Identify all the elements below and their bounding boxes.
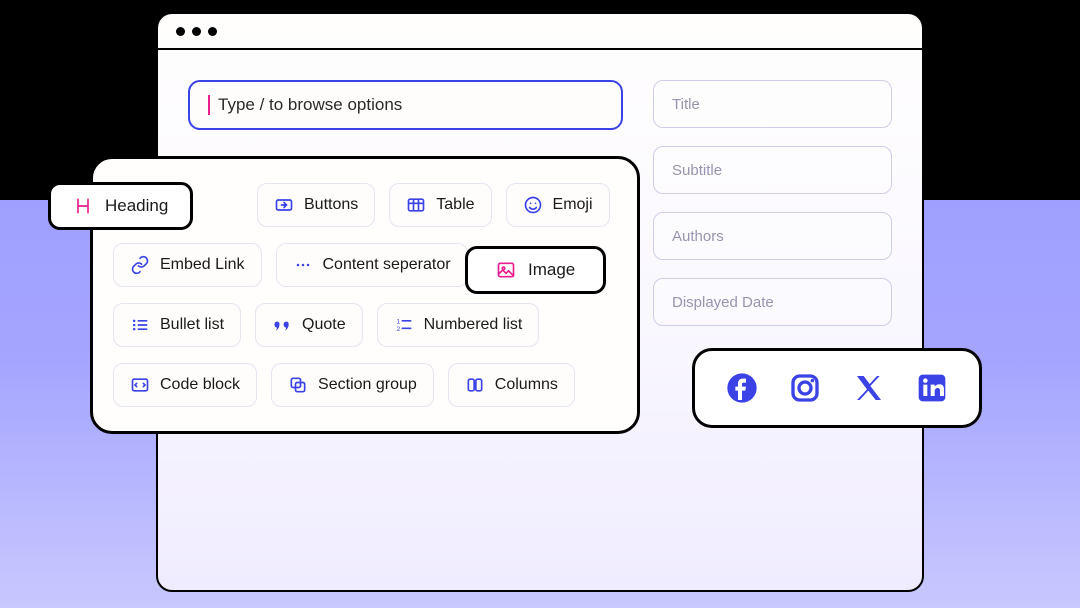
emoji-icon (523, 195, 543, 215)
facebook-button[interactable] (726, 372, 758, 404)
window-dot (192, 27, 201, 36)
x-twitter-button[interactable] (853, 372, 885, 404)
window-dot (176, 27, 185, 36)
quote-option-label: Quote (302, 316, 346, 334)
buttons-icon (274, 195, 294, 215)
section-group-option-label: Section group (318, 376, 417, 394)
title-field-label: Title (672, 96, 700, 113)
numbered-list-icon: 12 (394, 315, 414, 335)
displayed-date-field[interactable]: Displayed Date (653, 278, 892, 326)
code-block-option-label: Code block (160, 376, 240, 394)
subtitle-field-label: Subtitle (672, 162, 722, 179)
subtitle-field[interactable]: Subtitle (653, 146, 892, 194)
columns-option[interactable]: Columns (448, 363, 575, 407)
embed-link-option-label: Embed Link (160, 256, 245, 274)
command-input-placeholder: Type / to browse options (218, 95, 402, 115)
emoji-option[interactable]: Emoji (506, 183, 610, 227)
section-group-option[interactable]: Section group (271, 363, 434, 407)
title-field[interactable]: Title (653, 80, 892, 128)
section-group-icon (288, 375, 308, 395)
authors-field[interactable]: Authors (653, 212, 892, 260)
numbered-list-option[interactable]: 12 Numbered list (377, 303, 540, 347)
linkedin-button[interactable] (916, 372, 948, 404)
displayed-date-field-label: Displayed Date (672, 294, 774, 311)
image-icon (496, 260, 516, 280)
link-icon (130, 255, 150, 275)
quote-option[interactable]: Quote (255, 303, 363, 347)
social-share-panel (692, 348, 982, 428)
code-icon (130, 375, 150, 395)
svg-text:1: 1 (396, 318, 400, 325)
heading-option-label: Heading (105, 196, 168, 216)
svg-text:2: 2 (396, 326, 400, 333)
embed-link-option[interactable]: Embed Link (113, 243, 262, 287)
bullet-list-icon (130, 315, 150, 335)
bullet-list-option-label: Bullet list (160, 316, 224, 334)
text-cursor (208, 95, 210, 115)
heading-option-highlighted[interactable]: Heading (48, 182, 193, 230)
options-row: Code block Section group Columns (113, 363, 617, 407)
quote-icon (272, 315, 292, 335)
image-option-label: Image (528, 260, 575, 280)
options-row: Bullet list Quote 12 Numbered list (113, 303, 617, 347)
columns-option-label: Columns (495, 376, 558, 394)
heading-icon (73, 196, 93, 216)
image-option-highlighted[interactable]: Image (465, 246, 606, 294)
numbered-list-option-label: Numbered list (424, 316, 523, 334)
meta-column: Title Subtitle Authors Displayed Date (653, 80, 892, 326)
browser-titlebar (158, 14, 922, 50)
table-option[interactable]: Table (389, 183, 491, 227)
table-icon (406, 195, 426, 215)
code-block-option[interactable]: Code block (113, 363, 257, 407)
buttons-option[interactable]: Buttons (257, 183, 375, 227)
bullet-list-option[interactable]: Bullet list (113, 303, 241, 347)
authors-field-label: Authors (672, 228, 724, 245)
window-dot (208, 27, 217, 36)
emoji-option-label: Emoji (553, 196, 593, 214)
instagram-button[interactable] (789, 372, 821, 404)
separator-icon (293, 255, 313, 275)
command-input[interactable]: Type / to browse options (188, 80, 623, 130)
table-option-label: Table (436, 196, 474, 214)
columns-icon (465, 375, 485, 395)
content-separator-option-label: Content seperator (323, 256, 451, 274)
buttons-option-label: Buttons (304, 196, 358, 214)
content-separator-option[interactable]: Content seperator (276, 243, 468, 287)
